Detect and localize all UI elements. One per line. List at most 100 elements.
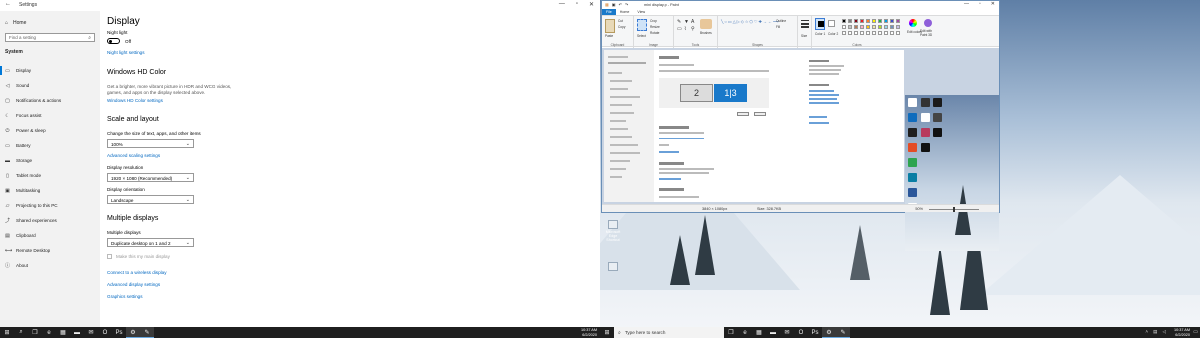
palette-swatch[interactable] xyxy=(842,19,846,23)
brushes-button[interactable]: Brushes xyxy=(700,31,712,35)
palette-swatch[interactable] xyxy=(878,25,882,29)
magnifier-icon[interactable]: ⚲ xyxy=(691,26,695,32)
clock[interactable]: 10:37 AM 6/2/2020 xyxy=(1174,328,1190,337)
resolution-dropdown[interactable]: 1920 × 1080 (Recommended) ⌄ xyxy=(107,173,194,182)
cut-button[interactable]: Cut xyxy=(618,19,623,23)
palette-swatch-empty[interactable] xyxy=(878,31,882,35)
palette-swatch[interactable] xyxy=(860,25,864,29)
palette-swatch-empty[interactable] xyxy=(854,31,858,35)
sidebar-item-sound[interactable]: ◁ Sound xyxy=(0,78,100,93)
chevron-up-icon[interactable]: ˄ xyxy=(1145,329,1148,335)
outlook-icon[interactable]: O xyxy=(794,327,808,338)
close-icon[interactable]: ✕ xyxy=(589,1,594,8)
palette-swatch[interactable] xyxy=(896,25,900,29)
store-icon[interactable]: ▦ xyxy=(752,327,766,338)
edit-colors-icon[interactable] xyxy=(909,19,917,27)
palette-swatch[interactable] xyxy=(848,19,852,23)
pencil-icon[interactable]: ✎ xyxy=(677,19,681,25)
task-view-icon[interactable]: ❐ xyxy=(28,327,42,338)
task-view-icon[interactable]: ❐ xyxy=(724,327,738,338)
save-icon[interactable]: ▣ xyxy=(612,2,616,7)
orientation-dropdown[interactable]: Landscape ⌄ xyxy=(107,195,194,204)
sidebar-item-focus-assist[interactable]: ☾ Focus assist xyxy=(0,108,100,123)
outline-button[interactable]: Outline xyxy=(776,19,786,23)
palette-swatch[interactable] xyxy=(842,25,846,29)
settings-icon[interactable]: ⚙ xyxy=(126,327,140,338)
sidebar-item-clipboard[interactable]: ▤ Clipboard xyxy=(0,228,100,243)
canvas-area[interactable]: 2 1|3 xyxy=(602,48,999,251)
color2-swatch[interactable] xyxy=(828,20,835,27)
redo-icon[interactable]: ↷ xyxy=(625,2,628,7)
maximize-icon[interactable]: ▫ xyxy=(979,1,981,7)
resize-button[interactable]: Resize xyxy=(650,25,660,29)
sidebar-item-projecting-to-this-pc[interactable]: ▱ Projecting to this PC xyxy=(0,198,100,213)
palette-swatch-empty[interactable] xyxy=(866,31,870,35)
eraser-icon[interactable]: ▭ xyxy=(677,26,682,32)
main-display-checkbox[interactable] xyxy=(107,254,112,259)
windows-icon[interactable]: ⊞ xyxy=(0,327,14,338)
minimize-icon[interactable]: — xyxy=(964,1,969,7)
close-icon[interactable]: ✕ xyxy=(991,1,995,7)
copy-button[interactable]: Copy xyxy=(618,25,625,29)
mail-icon[interactable]: ✉ xyxy=(84,327,98,338)
palette-swatch[interactable] xyxy=(866,19,870,23)
rotate-button[interactable]: Rotate xyxy=(650,31,659,35)
clock[interactable]: 10:37 AM 6/2/2020 xyxy=(581,328,597,337)
volume-icon[interactable]: ◁ xyxy=(1162,329,1166,335)
folder-icon[interactable]: ▬ xyxy=(766,327,780,338)
graphics-settings-link[interactable]: Graphics settings xyxy=(107,294,143,299)
photoshop-icon[interactable]: Ps xyxy=(112,327,126,338)
mail-icon[interactable]: ✉ xyxy=(780,327,794,338)
palette-swatch[interactable] xyxy=(896,19,900,23)
palette-swatch[interactable] xyxy=(866,25,870,29)
palette-swatch[interactable] xyxy=(854,19,858,23)
select-button[interactable]: Select xyxy=(637,34,646,38)
folder-icon[interactable]: ▬ xyxy=(70,327,84,338)
undo-icon[interactable]: ↶ xyxy=(619,2,622,7)
nav-home[interactable]: ⌂ Home xyxy=(5,20,26,26)
paint3d-icon[interactable] xyxy=(924,19,932,27)
windows-icon[interactable]: ⊞ xyxy=(600,327,614,338)
hdr-settings-link[interactable]: Windows HD Color settings xyxy=(107,98,163,103)
shapes-gallery-icon[interactable]: ╲○▭△▷◇☆⬠♡✚→←⟶ xyxy=(721,19,779,24)
palette-swatch-empty[interactable] xyxy=(896,31,900,35)
minimize-icon[interactable]: — xyxy=(559,1,565,8)
fill-icon[interactable]: ▼ xyxy=(684,19,689,25)
paint-canvas[interactable]: 2 1|3 xyxy=(604,50,904,202)
paint3d-button[interactable]: Edit with Paint 3D xyxy=(920,29,940,37)
palette-swatch[interactable] xyxy=(878,19,882,23)
sidebar-item-about[interactable]: ⓘ About xyxy=(0,258,100,273)
sidebar-item-multitasking[interactable]: ▣ Multitasking xyxy=(0,183,100,198)
color1-selector[interactable] xyxy=(815,18,825,30)
palette-swatch[interactable] xyxy=(890,19,894,23)
multi-display-dropdown[interactable]: Duplicate desktop on 1 and 2 ⌄ xyxy=(107,238,194,247)
zoom-slider-thumb[interactable] xyxy=(953,207,955,212)
sidebar-item-storage[interactable]: ▬ Storage xyxy=(0,153,100,168)
brush-icon[interactable] xyxy=(700,19,712,29)
network-icon[interactable]: ▤ xyxy=(1153,329,1157,335)
paste-button[interactable]: Paste xyxy=(605,34,613,38)
sidebar-item-display[interactable]: ▭ Display xyxy=(0,63,100,78)
palette-swatch[interactable] xyxy=(848,25,852,29)
palette-swatch[interactable] xyxy=(860,19,864,23)
advanced-scaling-link[interactable]: Advanced scaling settings xyxy=(107,153,160,158)
text-icon[interactable]: A xyxy=(691,19,694,25)
palette-swatch-empty[interactable] xyxy=(860,31,864,35)
zoom-slider[interactable] xyxy=(929,207,979,212)
maximize-icon[interactable]: ▫ xyxy=(576,1,578,8)
paint-icon[interactable]: ✎ xyxy=(140,327,154,338)
edge-icon[interactable]: e xyxy=(42,327,56,338)
edge-icon[interactable]: e xyxy=(738,327,752,338)
store-icon[interactable]: ▦ xyxy=(56,327,70,338)
scale-dropdown[interactable]: 100% ⌄ xyxy=(107,139,194,148)
sidebar-item-shared-experiences[interactable]: ⤴ Shared experiences xyxy=(0,213,100,228)
desktop-shortcut[interactable]: Microsoft Edge Shortcut xyxy=(602,220,624,242)
palette-swatch-empty[interactable] xyxy=(884,31,888,35)
notification-icon[interactable]: ▭ xyxy=(1193,329,1198,335)
palette-swatch[interactable] xyxy=(884,25,888,29)
palette-swatch[interactable] xyxy=(854,25,858,29)
taskbar-search[interactable]: ⌕ Type here to search xyxy=(614,327,724,338)
back-arrow-icon[interactable]: ← xyxy=(5,1,11,7)
settings-icon[interactable]: ⚙ xyxy=(822,327,836,338)
palette-swatch[interactable] xyxy=(884,19,888,23)
